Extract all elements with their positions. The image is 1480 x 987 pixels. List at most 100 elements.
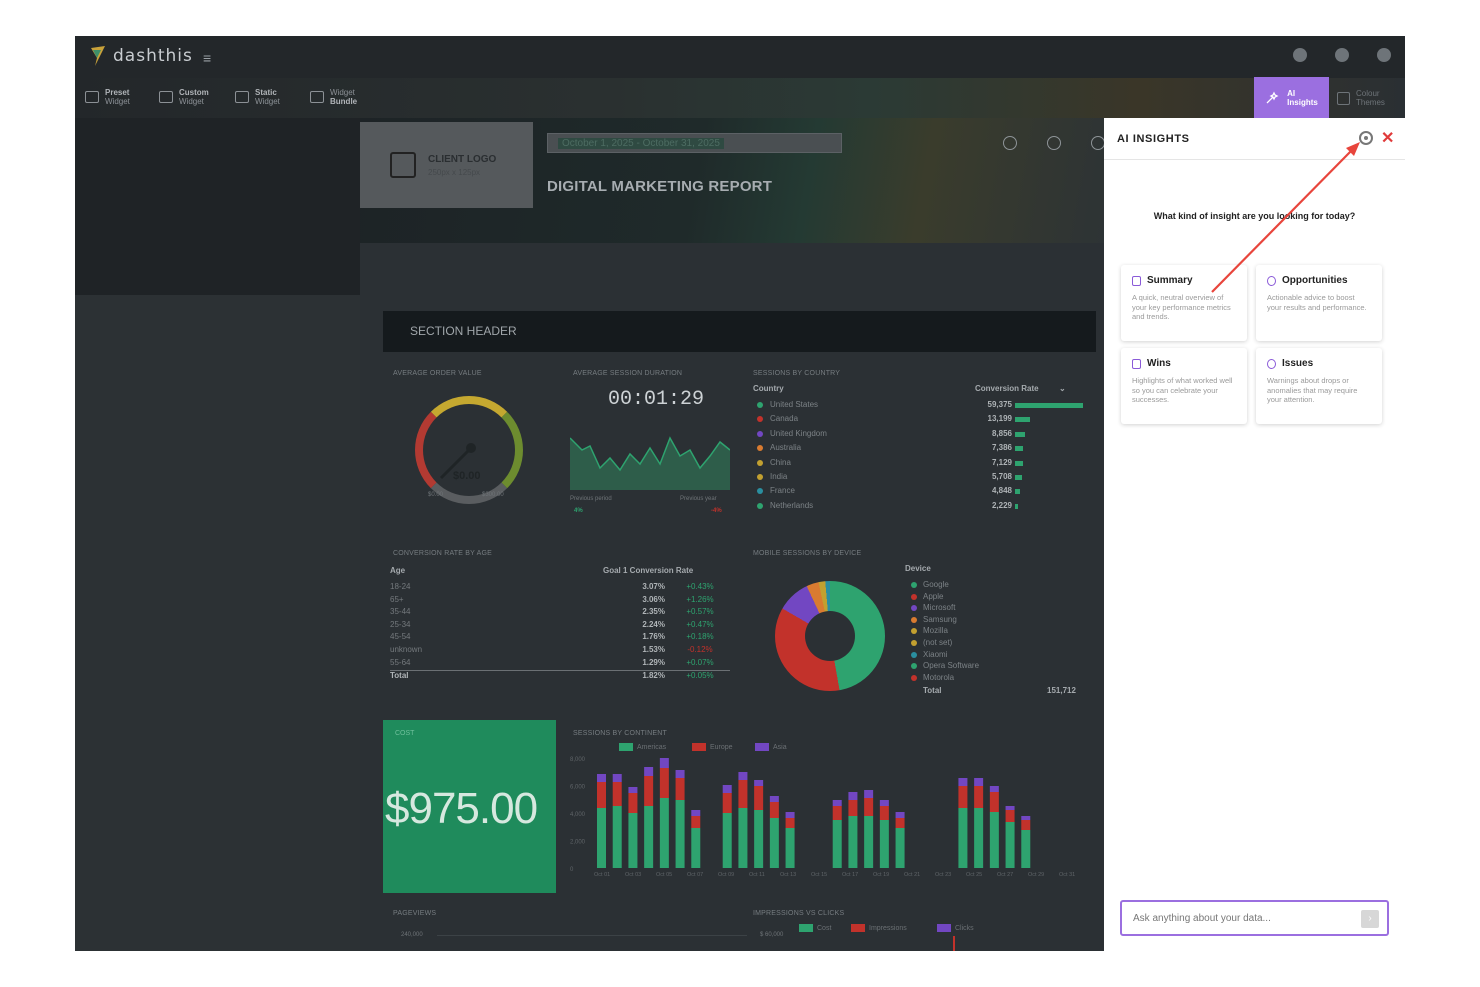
age-row: 25-34 2.24% +0.47% bbox=[390, 620, 730, 632]
y-tick-label: 2,000 bbox=[570, 840, 586, 846]
country-bar bbox=[1015, 431, 1026, 437]
age-rate: 1.53% bbox=[642, 645, 665, 654]
close-icon[interactable]: ✕ bbox=[1381, 128, 1394, 148]
x-tick-label: Oct 23 bbox=[935, 872, 951, 878]
legend-impressions: Impressions bbox=[851, 924, 907, 932]
device-name: Samsung bbox=[923, 614, 957, 624]
legend-cost: Cost bbox=[799, 924, 831, 932]
settings-icon[interactable] bbox=[1047, 136, 1061, 150]
preset-widget-button[interactable]: Preset Widget bbox=[85, 88, 130, 106]
widget-bundle-button[interactable]: Widget Bundle bbox=[310, 88, 357, 106]
series-dot bbox=[911, 674, 917, 681]
bell-icon[interactable] bbox=[1335, 48, 1349, 62]
device-name: Apple bbox=[923, 591, 944, 601]
send-icon[interactable]: › bbox=[1361, 910, 1379, 928]
impressions-title: IMPRESSIONS VS CLICKS bbox=[753, 910, 845, 917]
aov-value: $0.00 bbox=[453, 470, 481, 482]
age-row: 18-24 3.07% +0.43% bbox=[390, 582, 730, 594]
bar-segment bbox=[691, 816, 701, 828]
bar-segment bbox=[597, 808, 606, 868]
clipboard-icon bbox=[1132, 275, 1141, 286]
legend-label: Cost bbox=[817, 924, 832, 932]
country-name: United Kingdom bbox=[770, 428, 827, 438]
goal-rate-col-header[interactable]: Goal 1 Conversion Rate bbox=[603, 566, 693, 575]
aov-title: AVERAGE ORDER VALUE bbox=[393, 370, 482, 377]
country-value: 4,848 bbox=[991, 486, 1012, 496]
x-tick-label: Oct 17 bbox=[842, 872, 858, 878]
country-bar bbox=[1015, 417, 1030, 423]
age-delta: +0.43% bbox=[686, 582, 714, 591]
left-background bbox=[75, 295, 360, 951]
continent-title: SESSIONS BY CONTINENT bbox=[573, 730, 667, 737]
section-header[interactable]: SECTION HEADER bbox=[383, 311, 1096, 352]
country-value: 7,386 bbox=[991, 443, 1012, 453]
series-dot bbox=[757, 416, 763, 423]
duration-delta-period: 4% bbox=[574, 508, 583, 514]
client-logo-placeholder[interactable]: CLIENT LOGO 250px x 125px bbox=[360, 122, 533, 208]
ai-insights-button[interactable]: AI Insights bbox=[1254, 77, 1329, 118]
custom-widget-button[interactable]: Custom Widget bbox=[159, 88, 209, 106]
aov-max: $300.00 bbox=[482, 492, 504, 498]
pageviews-tick: 240,000 bbox=[401, 932, 423, 938]
help-icon[interactable] bbox=[1293, 48, 1307, 62]
ask-placeholder: Ask anything about your data... bbox=[1133, 913, 1271, 924]
bar-segment bbox=[864, 816, 874, 868]
device-row: Google bbox=[909, 580, 1085, 592]
trophy-icon bbox=[1132, 358, 1141, 369]
impressions-tick: $ 60,000 bbox=[760, 932, 784, 938]
target-icon bbox=[1267, 275, 1276, 286]
insight-card-issues[interactable]: Issues Warnings about drops or anomalies… bbox=[1256, 348, 1382, 424]
legend-swatch bbox=[851, 924, 865, 932]
bar-segment bbox=[989, 812, 999, 868]
series-dot bbox=[757, 459, 763, 466]
age-rate: 1.76% bbox=[642, 632, 665, 642]
series-dot bbox=[911, 582, 917, 588]
age-row: Total 1.82% +0.05% bbox=[390, 670, 730, 682]
legend-swatch bbox=[799, 924, 813, 932]
age-title: CONVERSION RATE BY AGE bbox=[393, 550, 493, 557]
ai-settings-gear-icon[interactable] bbox=[1359, 131, 1373, 145]
report-title[interactable]: DIGITAL MARKETING REPORT bbox=[547, 178, 772, 195]
static-widget-button[interactable]: Static Widget bbox=[235, 88, 280, 106]
x-tick-label: Oct 15 bbox=[811, 872, 827, 878]
ai-panel-header: AI INSIGHTS ✕ bbox=[1104, 118, 1405, 160]
country-bar bbox=[1015, 489, 1021, 495]
legend-americas: Americas bbox=[619, 743, 666, 751]
left-panel bbox=[75, 118, 360, 295]
custom-label-2: Widget bbox=[179, 97, 204, 106]
colour-themes-button[interactable]: Colour Themes bbox=[1337, 89, 1385, 107]
history-icon[interactable] bbox=[1091, 136, 1105, 150]
brand-logo[interactable]: dashthis bbox=[87, 44, 193, 68]
ask-input[interactable]: Ask anything about your data... › bbox=[1120, 900, 1389, 936]
country-value: 8,856 bbox=[991, 428, 1012, 438]
series-dot bbox=[757, 402, 763, 408]
bar-segment bbox=[722, 793, 732, 813]
x-tick-label: Oct 09 bbox=[718, 872, 734, 878]
legend-swatch bbox=[692, 743, 706, 751]
device-row: Microsoft bbox=[909, 603, 1085, 615]
age-rate: 2.24% bbox=[642, 619, 665, 629]
bar-segment bbox=[597, 774, 606, 782]
user-icon[interactable] bbox=[1377, 48, 1391, 62]
duration-sparkline bbox=[570, 436, 730, 490]
bar-segment bbox=[659, 768, 669, 798]
sort-chevron-icon[interactable]: ⌄ bbox=[1059, 384, 1066, 393]
age-delta: +1.26% bbox=[686, 594, 714, 604]
bar-segment bbox=[989, 792, 999, 812]
date-range-picker[interactable]: October 1, 2025 - October 31, 2025 bbox=[547, 133, 842, 153]
menu-icon[interactable]: ≡ bbox=[203, 50, 211, 66]
card-description: Warnings about drops or anomalies that m… bbox=[1267, 376, 1358, 404]
device-row: Xiaomi bbox=[909, 650, 1085, 662]
bundle-label-1: Widget bbox=[330, 88, 355, 97]
insight-card-opportunities[interactable]: Opportunities Actionable advice to boost… bbox=[1256, 265, 1382, 341]
age-rate: 2.35% bbox=[642, 607, 665, 617]
conversion-rate-col-header[interactable]: Conversion Rate bbox=[975, 384, 1039, 393]
share-icon[interactable] bbox=[1003, 136, 1017, 150]
insight-card-wins[interactable]: Wins Highlights of what worked well so y… bbox=[1121, 348, 1247, 424]
card-title: Issues bbox=[1282, 358, 1314, 369]
colour-label-2: Themes bbox=[1356, 98, 1385, 107]
bar-segment bbox=[1021, 830, 1031, 868]
pageviews-gridline bbox=[437, 935, 747, 936]
series-dot bbox=[911, 593, 917, 600]
insight-card-summary[interactable]: Summary A quick, neutral overview of you… bbox=[1121, 265, 1247, 341]
